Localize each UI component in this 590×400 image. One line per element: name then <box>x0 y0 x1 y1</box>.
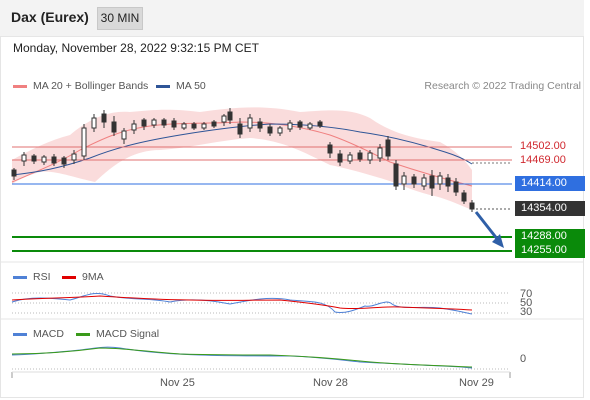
macd-zero-label: 0 <box>520 353 527 365</box>
legend-macd: MACD <box>13 328 64 340</box>
x-label-nov28: Nov 28 <box>313 377 348 389</box>
legend-rsi-9ma: 9MA <box>62 271 104 283</box>
legend-macd-signal: MACD Signal <box>76 328 159 340</box>
rsi-9ma-swatch <box>62 275 76 279</box>
macd-signal-line <box>11 347 473 368</box>
last-price-label: 14354.00 <box>515 201 585 216</box>
pivot-label: 14414.00 <box>515 176 585 191</box>
forecast-arrow-shaft <box>474 211 500 241</box>
rsi-level-30: 30 <box>520 306 533 318</box>
macd-signal-label: MACD Signal <box>96 328 160 340</box>
x-label-nov25: Nov 25 <box>160 377 195 389</box>
support-2-label: 14255.00 <box>515 243 585 258</box>
resistance-1-label: 14469.00 <box>520 154 566 166</box>
rsi-9ma-label: 9MA <box>82 271 104 283</box>
legend-rsi: RSI <box>13 271 51 283</box>
rsi-label: RSI <box>33 271 51 283</box>
bollinger-band-area <box>12 107 472 210</box>
support-1-label: 14288.00 <box>515 229 585 244</box>
macd-label: MACD <box>33 328 64 340</box>
macd-signal-swatch <box>76 332 90 336</box>
rsi-swatch <box>13 275 27 279</box>
macd-swatch <box>13 332 27 336</box>
price-chart-svg <box>0 107 584 378</box>
x-label-nov29: Nov 29 <box>459 377 494 389</box>
resistance-2-label: 14502.00 <box>520 140 566 152</box>
